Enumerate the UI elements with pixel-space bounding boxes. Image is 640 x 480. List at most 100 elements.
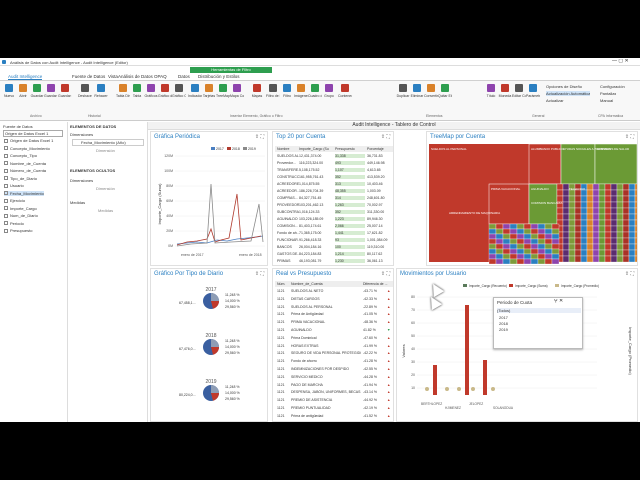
data-field-item[interactable]: Número_de_Cuenta (4, 168, 46, 173)
data-point[interactable] (457, 387, 461, 391)
ribbon-button-4[interactable]: Guardar e Cerrar (58, 84, 72, 110)
pantallas[interactable]: Pantallas (600, 91, 616, 96)
treemap-cell[interactable] (616, 219, 624, 227)
treemap-cell[interactable] (574, 201, 582, 209)
ribbon-button-16[interactable]: Mapas (250, 84, 264, 110)
ribbon-button-1[interactable]: Abrir (16, 84, 30, 110)
treemap-cell[interactable] (562, 249, 570, 257)
table-row[interactable]: 1121 PREMIO DE ASISTENCIA -44.92 % ▲ (275, 397, 393, 403)
manual[interactable]: Manual (600, 98, 613, 103)
table-row[interactable]: 1121 INDEMNIZACIONES POR DESPIDO -42.55 % ▲ (275, 366, 393, 372)
treemap-cell[interactable] (610, 189, 618, 197)
ribbon-button-28[interactable]: Moneda (498, 84, 512, 110)
treemap-cell[interactable] (495, 243, 504, 250)
treemap-cell[interactable] (634, 249, 637, 257)
table-row[interactable]: 1121 PAGO DE MARCHA -41.94 % ▲ (275, 382, 393, 388)
treemap-cell[interactable] (580, 231, 588, 239)
treemap-cell[interactable] (562, 201, 570, 209)
treemap-cell[interactable] (502, 238, 511, 245)
treemap-cell[interactable] (586, 207, 594, 215)
treemap-cell[interactable] (592, 243, 600, 251)
treemap-cell[interactable] (502, 253, 511, 260)
treemap-cell[interactable] (562, 213, 570, 221)
treemap-cell[interactable] (634, 183, 637, 191)
treemap-cell[interactable] (509, 258, 518, 264)
data-source-select[interactable]: Origen de Datos Excel 1 (3, 130, 63, 137)
treemap-cell[interactable] (604, 255, 612, 263)
treemap-cell[interactable] (574, 225, 582, 233)
treemap-cell[interactable] (556, 213, 564, 221)
ribbon-button-20[interactable]: Cuadro de Texto (308, 84, 322, 110)
treemap-cell[interactable] (634, 201, 637, 209)
treemap-cell[interactable] (598, 225, 606, 233)
treemap-cell[interactable] (592, 249, 600, 257)
table-row[interactable]: COMPRAS... 84,327,751.45 314 248,601.80 (275, 195, 393, 201)
treemap-cell[interactable] (616, 183, 624, 191)
treemap-cell[interactable] (580, 237, 588, 245)
treemap-cell[interactable] (604, 201, 612, 209)
table-row[interactable]: 1121 DESPENSA, JABÓN, UNIFORMES, BECAS -43… (275, 389, 393, 395)
treemap-cell[interactable] (610, 201, 618, 209)
treemap-cell[interactable] (516, 228, 525, 235)
treemap-cell[interactable] (556, 189, 564, 197)
treemap-cell[interactable] (622, 237, 630, 245)
treemap-cell[interactable] (586, 255, 594, 263)
table-row[interactable]: PRIMAS 46,193,081.79 1,230 36,061.13 (275, 258, 393, 264)
treemap-cell[interactable] (616, 207, 624, 215)
treemap-cell[interactable] (502, 258, 511, 264)
bar[interactable] (483, 360, 487, 395)
card-tools-icon[interactable]: ⇪ ⛶ (255, 134, 264, 140)
treemap-cell[interactable] (628, 213, 636, 221)
treemap-cell[interactable] (622, 189, 630, 197)
filter-item-2017[interactable]: 2017 (499, 315, 508, 320)
treemap-cell[interactable] (622, 195, 630, 203)
treemap-cell[interactable] (495, 233, 504, 240)
treemap-cell[interactable] (562, 207, 570, 215)
data-point[interactable] (445, 387, 449, 391)
treemap-cell[interactable] (634, 219, 637, 227)
treemap-cell[interactable] (586, 249, 594, 257)
treemap-cell[interactable] (516, 248, 525, 255)
treemap-cell[interactable] (502, 223, 511, 230)
treemap-cell[interactable] (488, 258, 497, 264)
treemap-cell[interactable] (586, 201, 594, 209)
menu-analisis[interactable]: Análisis de Datos OPAQ (118, 74, 167, 79)
treemap-cell[interactable] (574, 255, 582, 263)
treemap-cell[interactable] (598, 237, 606, 245)
ribbon-button-29[interactable]: Editar Colores (512, 84, 526, 110)
treemap-cell[interactable] (598, 213, 606, 221)
ribbon-button-5[interactable]: Deshacer (78, 84, 92, 110)
treemap-cell[interactable] (622, 219, 630, 227)
treemap-cell[interactable] (616, 237, 624, 245)
treemap-cell[interactable] (509, 228, 518, 235)
treemap-cell[interactable] (509, 253, 518, 260)
data-point[interactable] (491, 387, 495, 391)
table-row[interactable]: 1121 SEGURO DE VIDA PERSONAL PROTEGIDO -42… (275, 350, 393, 356)
bar[interactable] (433, 365, 437, 395)
treemap-cell[interactable] (610, 249, 618, 257)
treemap-cell[interactable] (523, 223, 532, 230)
treemap-cell[interactable] (634, 237, 637, 245)
treemap-cell[interactable] (502, 248, 511, 255)
treemap-cell[interactable] (551, 233, 560, 240)
table-row[interactable]: FUNCIONAR... 91,266,418.33 93 1,001,084.09 (275, 237, 393, 243)
treemap-cell[interactable] (592, 225, 600, 233)
treemap-cell[interactable] (537, 253, 546, 260)
treemap-cell[interactable] (604, 213, 612, 221)
data-field-item[interactable]: Presupuesto (4, 228, 32, 233)
treemap-cell[interactable] (592, 255, 600, 263)
treemap-cell[interactable] (509, 248, 518, 255)
actualizacion-automatica[interactable]: Actualización Automática (546, 91, 591, 96)
window-controls[interactable]: — ▢ ✕ (612, 59, 629, 64)
treemap-cell[interactable] (592, 237, 600, 245)
treemap-cell[interactable] (580, 207, 588, 215)
table-row[interactable]: 1121 Prima de antigüedad -41.52 % ▲ (275, 413, 393, 419)
treemap-cell[interactable] (628, 201, 636, 209)
treemap-cell[interactable] (586, 213, 594, 221)
treemap-cell[interactable] (551, 243, 560, 250)
treemap-cell[interactable] (562, 225, 570, 233)
ribbon-button-10[interactable]: Gráfico de Dispersión (158, 84, 172, 110)
treemap-cell[interactable] (610, 219, 618, 227)
ribbon-button-26[interactable]: Quitar Elementos de Datos (438, 84, 452, 110)
pie-slice[interactable] (211, 385, 219, 393)
